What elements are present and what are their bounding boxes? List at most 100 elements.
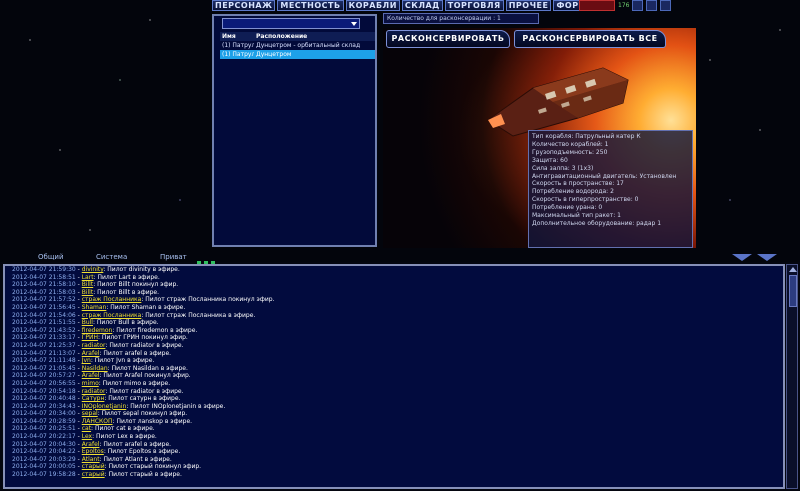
- message-username[interactable]: Lart: [82, 274, 94, 281]
- table-header: Имя Расположение: [220, 32, 375, 41]
- info-salvo: Сила залпа: 3 (1x3): [532, 164, 594, 172]
- nav-status: 176: [579, 0, 672, 11]
- message-text: : Пилот Bull в эфире.: [92, 319, 159, 327]
- header-location[interactable]: Расположение: [254, 32, 375, 41]
- exit-icon[interactable]: [660, 0, 672, 11]
- table-row[interactable]: (1) Патрульн Дунцетром - орбитальный скл…: [220, 41, 375, 50]
- tab-general[interactable]: Общий: [38, 252, 64, 262]
- chat-message: 2012-04-07 20:22:17 - Lex: Пилот Lex в э…: [12, 433, 157, 441]
- decommission-all-button[interactable]: РАСКОНСЕРВИРОВАТЬ ВСЕ: [514, 30, 666, 48]
- message-username[interactable]: старый: [82, 471, 105, 478]
- message-username[interactable]: Shaman: [82, 304, 107, 311]
- quantity-field[interactable]: Количество для расконсервации : 1: [383, 13, 539, 24]
- chat-message: 2012-04-07 21:51:55 - Bull: Пилот Bull в…: [12, 319, 159, 327]
- message-username[interactable]: Сатурн: [82, 395, 105, 402]
- expand-chat-icon[interactable]: [757, 254, 777, 261]
- ship-table: Имя Расположение (1) Патрульн Дунцетром …: [220, 32, 375, 59]
- message-text: : Пилот Billt покинул эфир.: [93, 281, 179, 289]
- help-icon[interactable]: [646, 0, 658, 11]
- chat-message: 2012-04-07 20:54:18 - radiator: Пилот ra…: [12, 387, 184, 395]
- message-text: : Пилот Epoltos в эфире.: [103, 448, 181, 456]
- chat-message: 2012-04-07 20:34:00 - sepal: Пилот sepal…: [12, 410, 188, 418]
- header-name[interactable]: Имя: [220, 32, 254, 41]
- nav-character[interactable]: ПЕРСОНАЖ: [212, 0, 276, 11]
- settings-icon[interactable]: [632, 0, 644, 11]
- info-defense: Защита: 60: [532, 156, 568, 164]
- message-time: 2012-04-07 21:13:07: [12, 349, 76, 357]
- message-username[interactable]: Billt: [82, 289, 93, 296]
- message-text: : Пилот radiator в эфире.: [105, 387, 184, 395]
- message-text: : Пилот radiator в эфире.: [105, 341, 184, 349]
- message-time: 2012-04-07 20:04:22: [12, 448, 76, 456]
- message-text: : Пилот Atlant в эфире.: [99, 455, 172, 463]
- scroll-up-icon[interactable]: [789, 267, 797, 272]
- nav-ships[interactable]: КОРАБЛИ: [345, 0, 400, 11]
- message-username[interactable]: Lex: [82, 433, 92, 440]
- chat-message: 2012-04-07 21:56:45 - Shaman: Пилот Sham…: [12, 303, 186, 311]
- message-username[interactable]: Epoltos: [82, 448, 104, 455]
- chat-message: 2012-04-07 21:33:17 - ГРИН: Пилот ГРИН п…: [12, 334, 188, 342]
- chat-log[interactable]: 2012-04-07 21:59:30 - divinity: Пилот di…: [3, 264, 785, 489]
- nav-location[interactable]: МЕСТНОСТЬ: [277, 0, 344, 11]
- message-username[interactable]: Arafel: [82, 441, 100, 448]
- message-username[interactable]: страж Посланника: [82, 312, 142, 319]
- message-username[interactable]: Arafel: [82, 350, 100, 357]
- message-username[interactable]: страж Посланника: [82, 296, 142, 303]
- message-time: 2012-04-07 21:58:03: [12, 288, 76, 296]
- message-text: : Пилот divinity в эфире.: [103, 266, 180, 273]
- message-username[interactable]: radiator: [82, 388, 106, 395]
- message-username[interactable]: Atlant: [82, 456, 100, 463]
- info-equipment: Дополнительное оборудование: радар 1: [532, 219, 662, 227]
- nav-trade[interactable]: ТОРГОВЛЯ: [444, 0, 504, 11]
- row-name: (1) Патрульн: [222, 42, 254, 49]
- message-time: 2012-04-07 20:34:43: [12, 402, 76, 410]
- message-text: : Пилот Nasildan в эфире.: [107, 364, 188, 372]
- message-time: 2012-04-07 21:58:10: [12, 281, 76, 289]
- tab-system[interactable]: Система: [96, 252, 127, 262]
- message-username[interactable]: Arafel: [82, 372, 100, 379]
- chat-message: 2012-04-07 21:59:30 - divinity: Пилот di…: [12, 266, 180, 273]
- ship-image: [487, 67, 629, 137]
- message-username[interactable]: sepal: [82, 410, 98, 417]
- message-time: 2012-04-07 20:54:18: [12, 387, 76, 395]
- message-username[interactable]: ЛАНСКОП: [82, 418, 113, 425]
- message-username[interactable]: firedemon: [82, 327, 113, 334]
- chat-message: 2012-04-07 20:04:22 - Epoltos: Пилот Epo…: [12, 448, 181, 456]
- top-nav: ПЕРСОНАЖ МЕСТНОСТЬ КОРАБЛИ СКЛАД ТОРГОВЛ…: [212, 0, 597, 11]
- message-text: : Пилот Lex в эфире.: [92, 433, 157, 441]
- message-text: : Пилот страж Посланника покинул эфир.: [141, 296, 275, 304]
- decommission-button[interactable]: РАСКОНСЕРВИРОВАТЬ: [386, 30, 510, 48]
- message-username[interactable]: Billt: [82, 281, 93, 288]
- message-username[interactable]: Jvn: [82, 357, 91, 364]
- message-username[interactable]: cat: [82, 425, 91, 432]
- message-username[interactable]: divinity: [82, 266, 104, 273]
- tab-private[interactable]: Приват: [160, 252, 187, 262]
- message-username[interactable]: ГРИН: [82, 334, 98, 341]
- message-time: 2012-04-07 20:40:48: [12, 395, 76, 403]
- message-username[interactable]: INOplonetjanin: [82, 403, 127, 410]
- chevron-down-icon[interactable]: [351, 22, 357, 26]
- chat-scrollbar[interactable]: [786, 264, 798, 489]
- table-row-selected[interactable]: (1) Патрульн Дунцетром: [220, 50, 375, 59]
- message-username[interactable]: Bull: [82, 319, 93, 326]
- chat-message: 2012-04-07 20:57:27 - Arafel: Пилот Araf…: [12, 372, 191, 380]
- message-time: 2012-04-07 21:11:48: [12, 357, 76, 365]
- location-dropdown[interactable]: [222, 18, 360, 29]
- message-text: : Пилот Shaman в эфире.: [106, 303, 186, 311]
- chat-message: 2012-04-07 20:03:29 - Atlant: Пилот Atla…: [12, 455, 172, 463]
- message-time: 2012-04-07 21:57:52: [12, 296, 76, 304]
- message-time: 2012-04-07 21:05:45: [12, 364, 76, 372]
- nav-warehouse[interactable]: СКЛАД: [401, 0, 443, 11]
- nav-other[interactable]: ПРОЧЕЕ: [505, 0, 552, 11]
- chat-message: 2012-04-07 20:56:55 - mimo: Пилот mimo в…: [12, 379, 171, 387]
- chat-message: 2012-04-07 20:00:05 - старый: Пилот стар…: [12, 463, 202, 471]
- collapse-chat-icon[interactable]: [732, 254, 752, 261]
- message-username[interactable]: Nasildan: [82, 365, 108, 372]
- message-username[interactable]: mimo: [82, 380, 99, 387]
- message-time: 2012-04-07 21:59:30: [12, 266, 76, 273]
- message-username[interactable]: старый: [82, 463, 105, 470]
- message-time: 2012-04-07 20:03:29: [12, 455, 76, 463]
- scroll-thumb[interactable]: [789, 275, 797, 307]
- ship-info-panel: Тип корабля: Патрульный катер К Количест…: [528, 130, 693, 248]
- message-username[interactable]: radiator: [82, 342, 106, 349]
